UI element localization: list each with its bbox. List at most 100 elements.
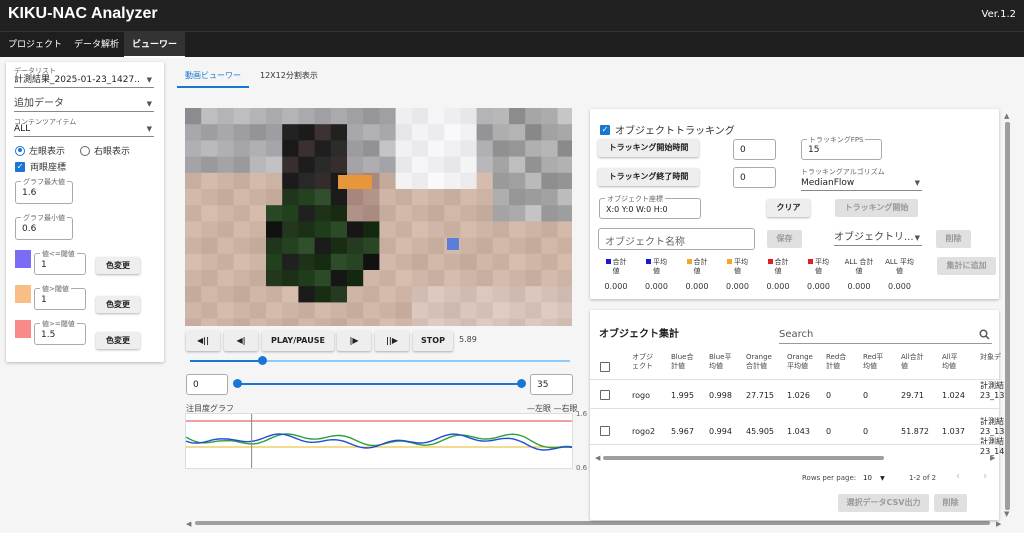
color-change-button-3[interactable]: 色変更	[96, 332, 140, 349]
table-header-7[interactable]: Red平 均値	[863, 353, 883, 371]
end-time-input[interactable]: 0	[733, 167, 776, 188]
end-time-value: 0	[740, 173, 746, 183]
color-change-button-2[interactable]: 色変更	[96, 296, 140, 313]
clear-button[interactable]: クリア	[767, 199, 810, 217]
stat-color-swatch	[686, 259, 692, 264]
table-header-text: Blue合	[671, 353, 694, 361]
export-csv-button[interactable]: 選択データCSV出力	[838, 494, 929, 512]
scroll-right-icon[interactable]: ▶	[996, 520, 1001, 528]
next-frame-button[interactable]: |▶	[337, 331, 371, 351]
threshold-value-2: 1	[41, 295, 47, 305]
table-header-3[interactable]: Blue平 均値	[709, 353, 732, 371]
tracking-end-time-button[interactable]: トラッキング終了時間	[598, 168, 699, 186]
tab-12x12-view[interactable]: 12X12分割表示	[252, 66, 326, 88]
add-data-select[interactable]: 追加データ ▼	[14, 96, 154, 112]
video-frame[interactable]	[185, 108, 572, 326]
table-header-text: 値	[901, 362, 908, 370]
stat-value-4: 0.000	[726, 282, 749, 291]
scroll-down-icon[interactable]: ▼	[1004, 510, 1009, 518]
delete-summary-button[interactable]: 削除	[934, 494, 967, 512]
table-cell-red-avg: 0	[863, 391, 869, 400]
scroll-left-icon[interactable]: ◀	[186, 520, 191, 528]
prev-page-icon[interactable]: ‹	[956, 471, 960, 482]
both-eye-checkbox[interactable]: ✓ 両眼座標	[15, 160, 66, 173]
right-eye-radio[interactable]: 右眼表示	[80, 144, 130, 157]
table-header-6[interactable]: Red合 計値	[826, 353, 846, 371]
row-checkbox[interactable]	[600, 426, 610, 436]
table-cell-blue-sum: 5.967	[671, 427, 694, 436]
tracking-fps-input[interactable]: トラッキングFPS 15	[801, 135, 882, 160]
range-end-thumb[interactable]	[517, 379, 526, 388]
horizontal-scrollbar[interactable]	[195, 521, 990, 525]
radio-unselected-icon	[80, 145, 90, 156]
stat-label: ALL 平均	[885, 258, 914, 266]
object-name-input[interactable]: オブジェクト名称	[598, 228, 755, 250]
object-tracking-checkbox[interactable]: ✓ オブジェクトトラッキング	[600, 122, 735, 137]
table-header-text: 均値	[942, 362, 956, 370]
save-button[interactable]: 保存	[767, 230, 802, 248]
threshold-color-swatch-3	[15, 320, 31, 338]
vertical-scrollbar[interactable]	[1005, 122, 1010, 510]
graph-min-input[interactable]: グラフ最小値 0.6	[15, 213, 73, 240]
stop-button[interactable]: STOP	[413, 331, 453, 351]
table-scroll-right-icon[interactable]: ▶	[990, 454, 995, 462]
rows-per-page-label: Rows per page:	[802, 474, 857, 482]
range-track[interactable]	[237, 383, 523, 385]
search-input[interactable]: Search	[779, 329, 992, 344]
nav-viewer[interactable]: ビューワー	[124, 32, 186, 58]
color-change-button-1[interactable]: 色変更	[96, 257, 140, 274]
prev-end-button[interactable]: ◀||	[186, 331, 220, 351]
range-start-thumb[interactable]	[233, 379, 242, 388]
start-time-input[interactable]: 0	[733, 139, 776, 160]
table-cell-name: rogo	[632, 391, 650, 400]
table-header-5[interactable]: Orange 平均値	[787, 353, 813, 371]
table-horizontal-scrollbar[interactable]	[603, 456, 884, 460]
tracking-start-button[interactable]: トラッキング開始	[835, 199, 918, 217]
graph-max-input[interactable]: グラフ最大値 1.6	[15, 177, 73, 204]
threshold-input-2[interactable]: 値>閾値 1	[34, 284, 86, 310]
search-icon[interactable]	[979, 329, 990, 340]
left-eye-radio[interactable]: 左眼表示	[15, 144, 65, 157]
nav-project[interactable]: プロジェクト	[0, 32, 70, 58]
chevron-down-icon: ▼	[914, 179, 920, 187]
table-header-1[interactable]: オブジ ェクト	[632, 353, 653, 371]
table-header-text: Red合	[826, 353, 847, 361]
select-all-checkbox[interactable]	[600, 362, 610, 372]
object-list-select[interactable]: オブジェクトリ... ▼	[834, 228, 922, 246]
graph-max-tick: 1.6	[576, 410, 588, 418]
range-end-input[interactable]: 35	[530, 374, 573, 395]
tracking-algorithm-select[interactable]: トラッキングアルゴリズム MedianFlow ▼	[801, 167, 922, 191]
seek-thumb[interactable]	[258, 356, 268, 365]
table-cell-all-sum: 51.872	[901, 427, 929, 436]
row-checkbox[interactable]	[600, 390, 610, 400]
scroll-up-icon[interactable]: ▲	[1004, 112, 1009, 120]
object-coordinate-input[interactable]: オブジェクト座標 X:0 Y:0 W:0 H:0	[599, 194, 701, 219]
table-header-4[interactable]: Orange 合計値	[746, 353, 772, 371]
table-header-10[interactable]: 対象デ	[980, 353, 1001, 362]
table-header-9[interactable]: All平 均値	[942, 353, 958, 371]
tracking-start-time-button[interactable]: トラッキング開始時間	[598, 139, 699, 157]
range-start-input[interactable]: 0	[186, 374, 228, 395]
rows-per-page-select[interactable]: 10 ▼	[863, 474, 885, 482]
nav-data-analysis[interactable]: データ解析	[66, 32, 127, 58]
table-cell-target: 23_13	[980, 427, 1005, 436]
table-header-8[interactable]: All合計値	[901, 353, 924, 371]
tab-video-viewer[interactable]: 動画ビューワー	[177, 66, 249, 88]
stat-color-swatch	[727, 259, 732, 264]
radio-selected-icon	[15, 145, 25, 156]
table-scroll-left-icon[interactable]: ◀	[595, 454, 600, 462]
table-header-2[interactable]: Blue合 計値	[671, 353, 694, 371]
delete-object-button[interactable]: 削除	[936, 230, 971, 248]
threshold-input-1[interactable]: 値<=閾値 1	[34, 249, 86, 275]
datalist-select[interactable]: データリスト 計測結果_2025-01-23_1427... ▼	[14, 66, 154, 88]
play-pause-button[interactable]: PLAY/PAUSE	[262, 331, 334, 351]
threshold-input-3[interactable]: 値>=閾値 1.5	[34, 319, 86, 345]
content-item-select[interactable]: コンテンツアイテム ALL ▼	[14, 117, 154, 137]
add-to-summary-button[interactable]: 集計に追加	[937, 257, 996, 275]
prev-frame-button[interactable]: ◀|	[224, 331, 258, 351]
search-placeholder: Search	[779, 329, 814, 340]
attention-graph[interactable]	[185, 413, 573, 469]
chevron-down-icon: ▼	[914, 234, 920, 242]
next-page-icon[interactable]: ›	[983, 471, 987, 482]
next-end-button[interactable]: ||▶	[375, 331, 409, 351]
